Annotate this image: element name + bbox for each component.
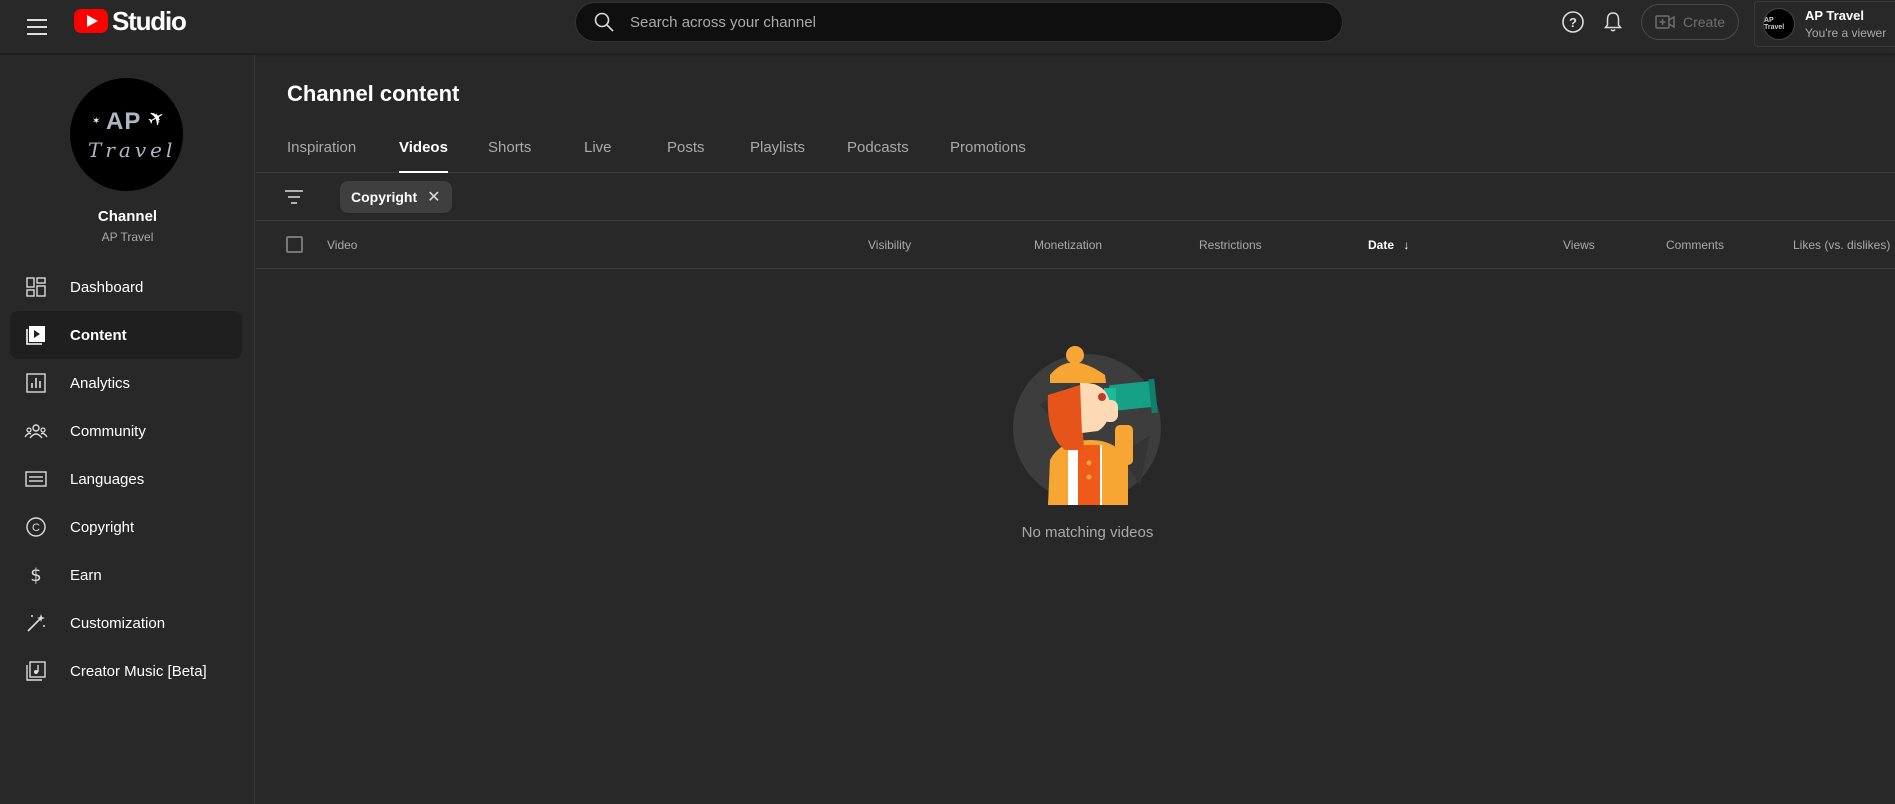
avatar-text-top: AP [106, 108, 142, 135]
arrow-down-icon: ↓ [1403, 238, 1410, 252]
column-date-label: Date [1368, 238, 1395, 252]
filter-icon[interactable] [282, 185, 306, 209]
account-name: AP Travel [1805, 8, 1865, 23]
sidebar-item-creator-music[interactable]: Creator Music [Beta] [10, 647, 242, 695]
search-icon[interactable] [592, 10, 616, 34]
avatar-text-bottom: Travel [88, 138, 177, 162]
channel-name: AP Travel [101, 230, 154, 244]
sidebar-item-languages[interactable]: Languages [10, 455, 242, 503]
search-input[interactable] [630, 13, 1342, 31]
community-icon [24, 424, 48, 439]
analytics-icon [26, 373, 46, 393]
svg-text:C: C [32, 522, 40, 534]
tab-promotions[interactable]: Promotions [950, 139, 1026, 173]
column-views[interactable]: Views [1563, 238, 1595, 252]
dashboard-icon [26, 277, 46, 297]
column-date[interactable]: Date ↓ [1368, 238, 1409, 252]
copyright-icon: C [26, 517, 46, 537]
sidebar-item-label: Dashboard [70, 278, 144, 296]
account-avatar: AP Travel [1763, 8, 1795, 40]
sidebar-item-label: Copyright [70, 518, 135, 536]
create-label: Create [1682, 14, 1726, 30]
no-results-illustration [1013, 346, 1161, 505]
channel-avatar[interactable]: ✶ AP ✈ Travel [70, 78, 183, 191]
svg-text:$: $ [30, 565, 41, 586]
table-header: Video Visibility Monetization Restrictio… [256, 221, 1895, 269]
earn-icon: $ [30, 565, 41, 586]
sidebar-item-earn[interactable]: $ Earn [10, 551, 242, 599]
notifications-icon[interactable] [1600, 9, 1626, 35]
top-bar: Studio ? Create AP Travel AP Travel You'… [0, 0, 1895, 54]
create-button[interactable]: Create [1641, 4, 1739, 40]
creator-music-icon [26, 661, 46, 681]
select-all-checkbox[interactable] [286, 236, 303, 253]
create-video-icon [1655, 15, 1675, 29]
account-role: You're a viewer [1805, 26, 1887, 40]
sidebar-item-dashboard[interactable]: Dashboard [10, 263, 242, 311]
tab-shorts[interactable]: Shorts [488, 139, 531, 173]
tab-playlists[interactable]: Playlists [750, 139, 805, 173]
sidebar-item-label: Languages [70, 470, 145, 488]
sidebar-item-label: Content [70, 326, 127, 344]
column-video: Video [327, 238, 358, 252]
column-comments[interactable]: Comments [1666, 238, 1724, 252]
tab-videos[interactable]: Videos [399, 139, 448, 173]
help-icon[interactable]: ? [1560, 9, 1586, 35]
menu-icon[interactable] [22, 12, 52, 42]
airplane-icon: ✈ [143, 105, 170, 133]
sidebar-item-label: Creator Music [Beta] [70, 662, 207, 680]
tab-inspiration[interactable]: Inspiration [287, 139, 356, 173]
sidebar-item-copyright[interactable]: C Copyright [10, 503, 242, 551]
tab-posts[interactable]: Posts [667, 139, 705, 173]
studio-logo[interactable]: Studio [74, 6, 187, 36]
sidebar-item-label: Customization [70, 614, 166, 632]
close-icon[interactable]: ✕ [427, 187, 440, 207]
tab-live[interactable]: Live [584, 139, 612, 173]
logo-text: Studio [112, 6, 187, 36]
content-icon [26, 326, 45, 345]
sidebar-item-label: Community [70, 422, 146, 440]
sidebar-item-customization[interactable]: Customization [10, 599, 242, 647]
sidebar-item-content[interactable]: Content [10, 311, 242, 359]
svg-text:?: ? [1569, 15, 1577, 30]
empty-state-message: No matching videos [1021, 524, 1154, 541]
youtube-play-icon [74, 9, 108, 33]
column-visibility[interactable]: Visibility [868, 238, 911, 252]
column-monetization[interactable]: Monetization [1034, 238, 1102, 252]
sidebar-item-community[interactable]: Community [10, 407, 242, 455]
sidebar-item-label: Earn [70, 566, 102, 584]
channel-title: Channel [97, 208, 158, 225]
column-likes[interactable]: Likes (vs. dislikes) [1793, 238, 1890, 252]
filter-chip-label: Copyright [351, 189, 418, 205]
account-switcher[interactable]: AP Travel AP Travel You're a viewer [1754, 1, 1895, 47]
sidebar-item-analytics[interactable]: Analytics [10, 359, 242, 407]
star-icon: ✶ [92, 116, 101, 127]
filter-chip-copyright[interactable]: Copyright ✕ [340, 181, 452, 213]
column-restrictions[interactable]: Restrictions [1199, 238, 1262, 252]
sidebar-item-label: Analytics [70, 374, 131, 392]
content-tabs: Inspiration Videos Shorts Live Posts Pla… [256, 125, 1895, 173]
tab-podcasts[interactable]: Podcasts [847, 139, 909, 173]
sidebar: ✶ AP ✈ Travel Channel AP Travel Dashboar… [0, 55, 255, 804]
customization-icon [27, 614, 45, 632]
filter-bar: Copyright ✕ [256, 173, 1895, 221]
page-title: Channel content [287, 81, 460, 106]
search-bar[interactable] [575, 2, 1343, 42]
languages-icon [25, 471, 47, 487]
sidebar-nav: Dashboard Content Analytics Community La… [10, 263, 242, 695]
